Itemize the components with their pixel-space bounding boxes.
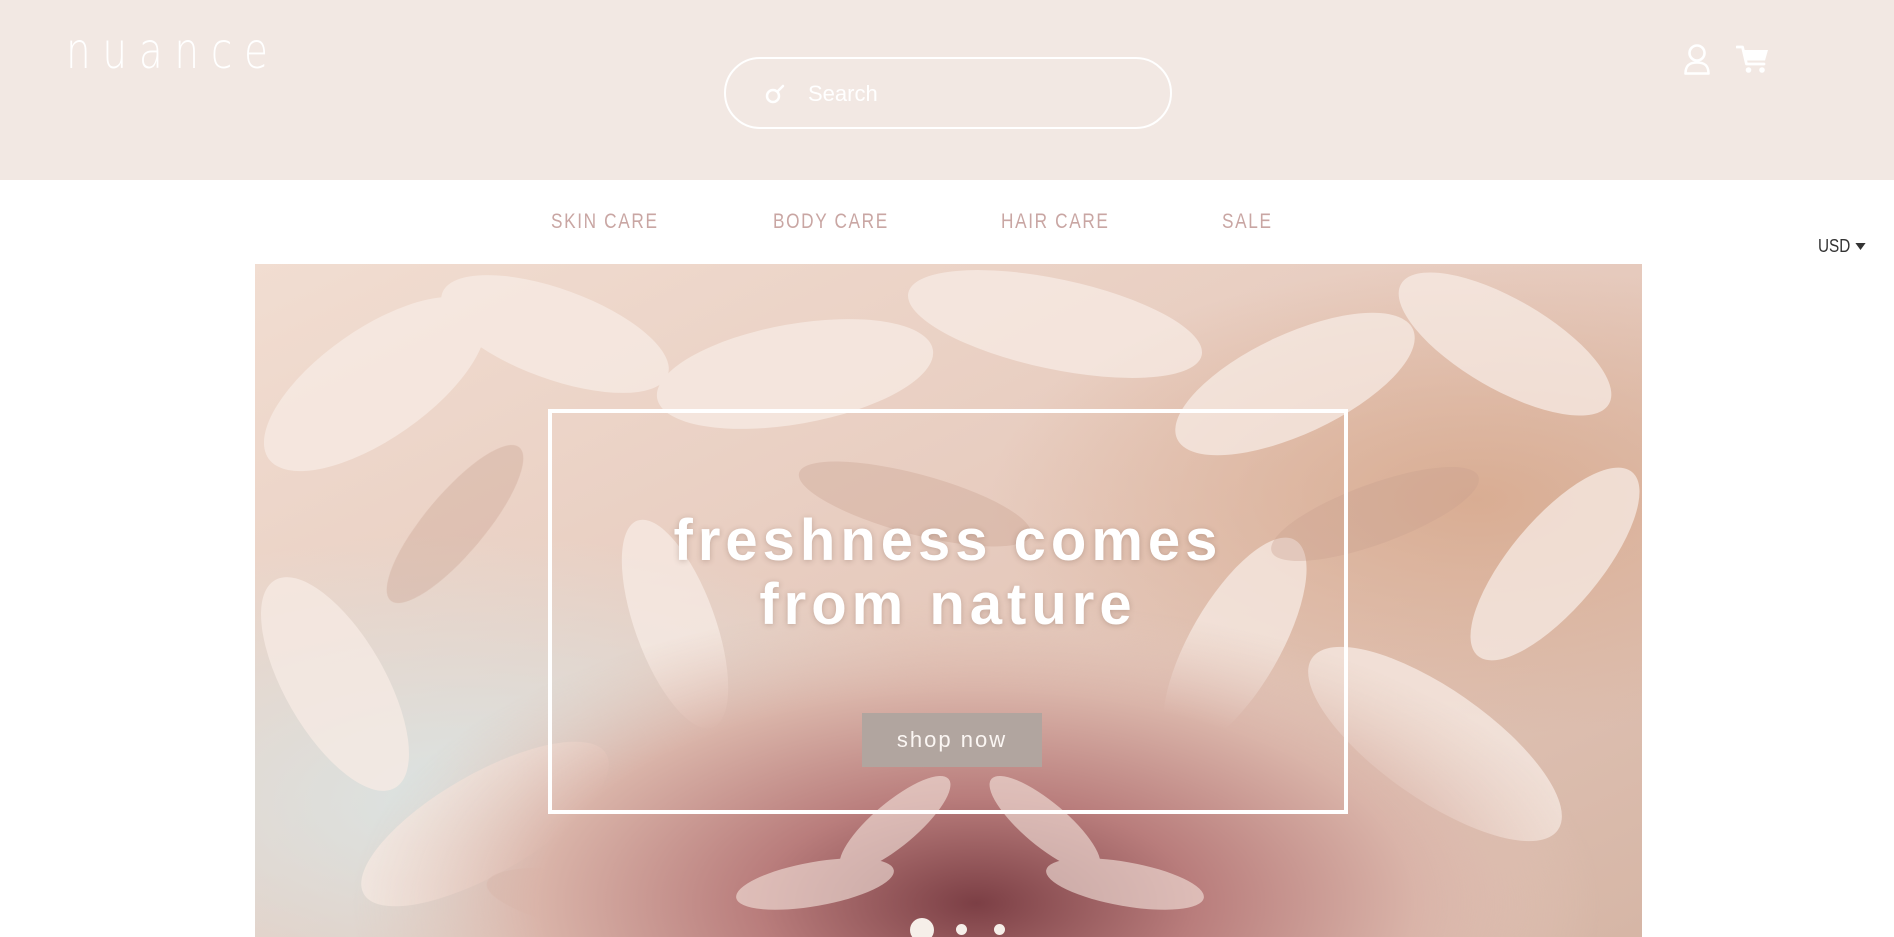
carousel-dot-2[interactable] xyxy=(956,924,967,935)
caret-down-icon xyxy=(1855,243,1866,250)
header-bar: nuance xyxy=(0,0,1894,180)
hero-carousel: freshness comes from nature shop now xyxy=(255,264,1642,937)
search-bar[interactable] xyxy=(724,57,1172,129)
nav-item-sale[interactable]: SALE xyxy=(1222,210,1273,234)
currency-selector[interactable]: USD xyxy=(1818,236,1866,257)
nav-item-body-care[interactable]: BODY CARE xyxy=(773,210,889,234)
nav-item-skin-care[interactable]: SKIN CARE xyxy=(551,210,659,234)
hero-frame: freshness comes from nature shop now xyxy=(548,409,1348,814)
search-icon xyxy=(765,84,785,104)
nav-item-hair-care[interactable]: HAIR CARE xyxy=(1001,210,1110,234)
hero-headline-line-1: freshness comes xyxy=(673,508,1223,573)
hero-headline: freshness comes from nature xyxy=(552,509,1344,637)
currency-label: USD xyxy=(1818,236,1851,256)
carousel-dots xyxy=(255,916,1642,937)
carousel-dot-3[interactable] xyxy=(994,924,1005,935)
user-icon[interactable] xyxy=(1683,43,1711,75)
carousel-dot-1[interactable] xyxy=(910,918,934,937)
search-input[interactable] xyxy=(808,71,1148,117)
shop-now-button[interactable]: shop now xyxy=(862,713,1042,767)
brand-logo[interactable]: nuance xyxy=(66,22,280,80)
hero-headline-line-2: from nature xyxy=(759,572,1137,637)
main-nav: SKIN CARE BODY CARE HAIR CARE SALE xyxy=(0,180,1894,264)
cart-icon[interactable] xyxy=(1736,44,1770,74)
